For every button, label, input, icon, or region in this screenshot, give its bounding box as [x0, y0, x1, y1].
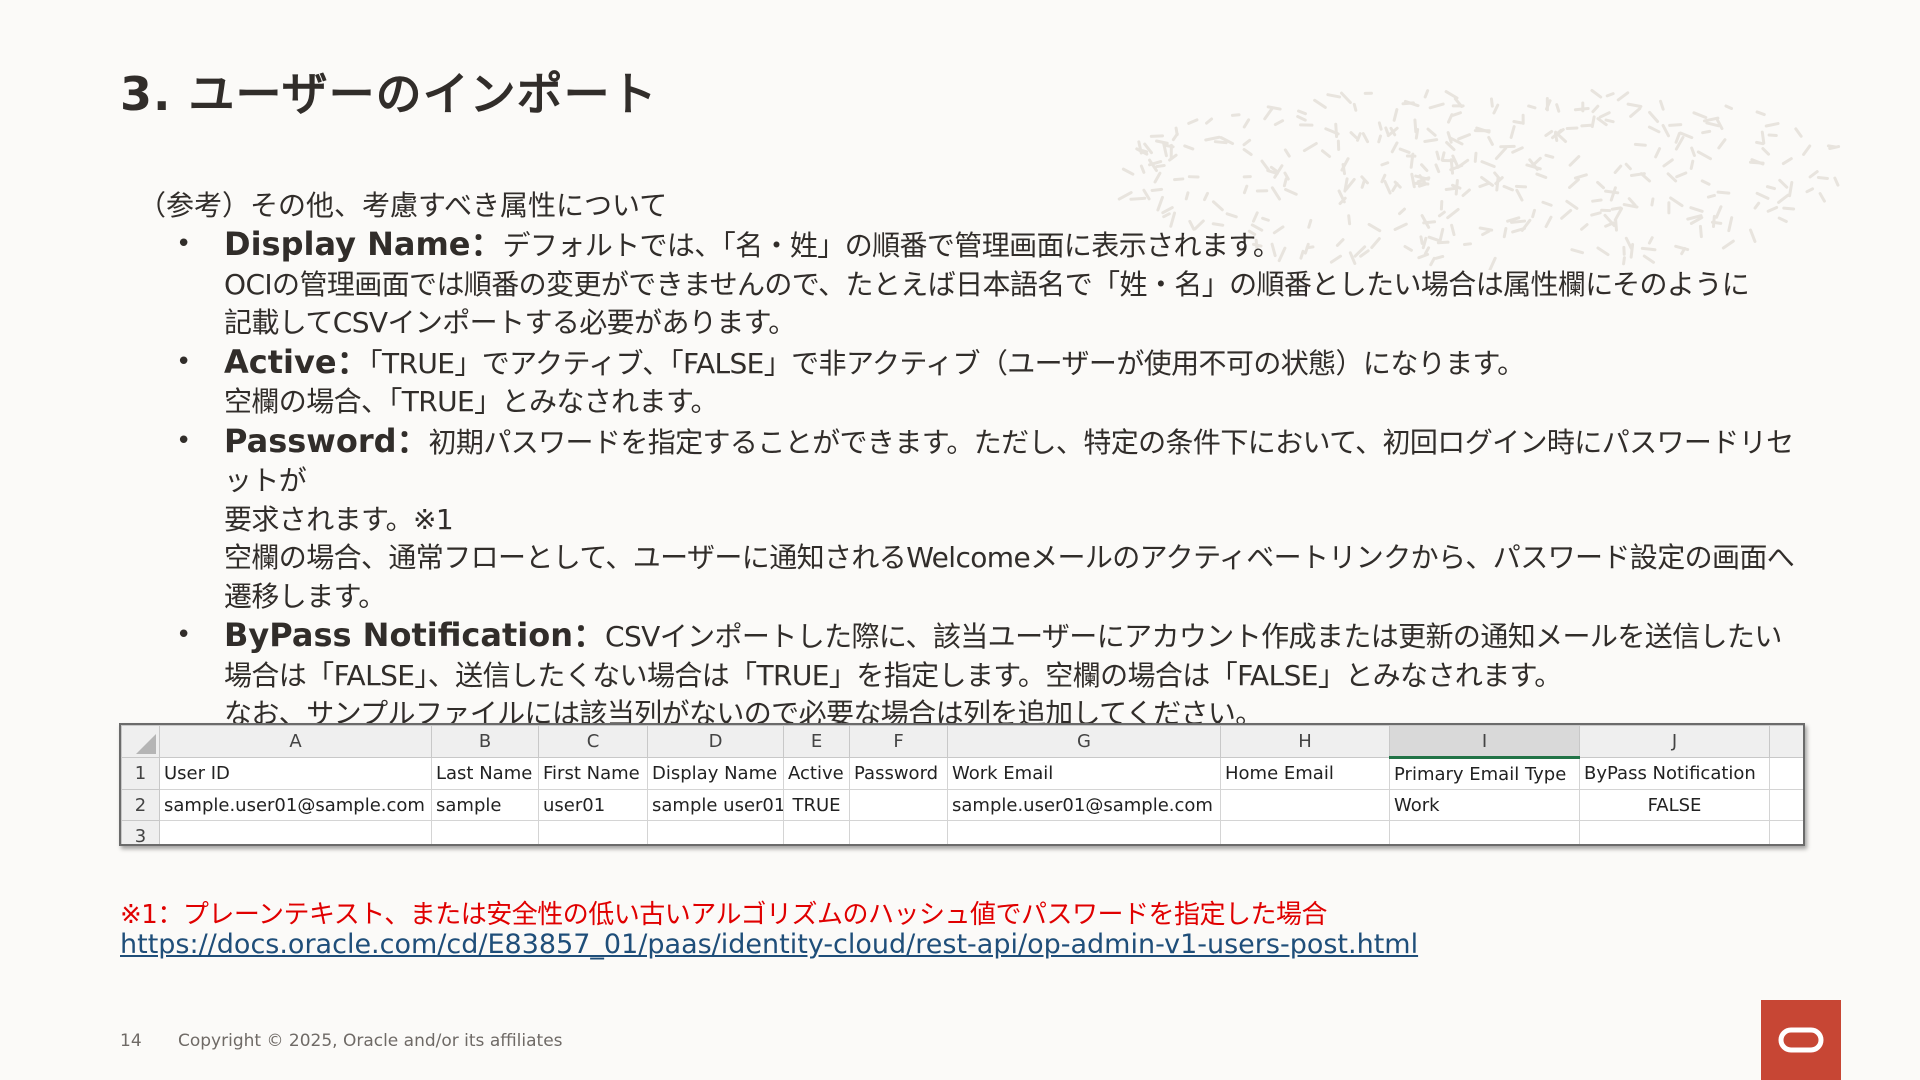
cell[interactable] [1769, 789, 1803, 821]
cell[interactable]: TRUE [783, 789, 850, 821]
cell[interactable]: Display Name [647, 757, 784, 790]
cell[interactable] [159, 820, 432, 844]
footnote-text: ※1：プレーンテキスト、または安全性の低い古いアルゴリズムのハッシュ値でパスワー… [120, 900, 1327, 930]
cell[interactable]: User ID [159, 757, 432, 790]
attribute-text: 「TRUE」でアクティブ、「FALSE」で非アクティブ（ユーザーが使用不可の状態… [368, 346, 1526, 380]
cell[interactable]: sample.user01@sample.com [159, 789, 432, 821]
attribute-term: Active [224, 342, 337, 381]
attribute-term: ByPass Notification [224, 616, 574, 654]
column-header-selected[interactable]: I [1389, 725, 1580, 759]
column-header[interactable]: A [159, 725, 432, 758]
attribute-item-display-name: • Display Name：デフォルトでは、「名・姓」の順番で管理画面に表示さ… [138, 225, 1818, 343]
attribute-item-active: • Active：「TRUE」でアクティブ、「FALSE」で非アクティブ（ユーザ… [138, 343, 1818, 422]
cell[interactable]: sample user01 [647, 789, 784, 821]
copyright-text: Copyright © 2025, Oracle and/or its affi… [178, 1031, 563, 1051]
cell[interactable] [538, 820, 648, 844]
cell[interactable] [947, 820, 1221, 844]
cell[interactable]: ByPass Notification [1579, 757, 1770, 790]
column-header[interactable]: H [1220, 725, 1390, 758]
spreadsheet-table: A B C D E F G H I J 1 User ID Last Name … [121, 725, 1803, 844]
cell[interactable]: Home Email [1220, 757, 1390, 790]
page-number: 14 [120, 1031, 142, 1051]
cell[interactable]: Primary Email Type [1389, 757, 1580, 790]
cell[interactable]: Work Email [947, 757, 1221, 790]
attribute-text: CSVインポートした際に、該当ユーザーにアカウント作成または更新の通知メールを送… [605, 620, 1782, 653]
column-header[interactable]: C [538, 725, 648, 758]
row-header[interactable]: 1 [121, 757, 160, 790]
attribute-item-password: • Password：初期パスワードを指定することができます。ただし、特定の条件… [138, 422, 1818, 617]
cell[interactable]: FALSE [1579, 789, 1770, 821]
cell[interactable]: sample [431, 789, 539, 821]
select-all-corner[interactable] [121, 725, 160, 758]
attribute-text: 遷移します。 [224, 579, 386, 613]
attribute-term: Password [224, 421, 397, 460]
page-title: 3. ユーザーのインポート [120, 67, 658, 121]
attribute-text: OCIの管理画面では順番の変更ができませんので、たとえば日本語名で「姓・名」の順… [224, 267, 1750, 301]
oracle-logo [1761, 1000, 1841, 1080]
column-header[interactable]: D [647, 725, 784, 758]
content-body: （参考）その他、考慮すべき属性について • Display Name：デフォルト… [138, 186, 1818, 734]
attribute-text: 記載してCSVインポートする必要があります。 [224, 306, 796, 339]
attribute-text: 場合は「FALSE」、送信したくない場合は「TRUE」を指定します。空欄の場合は… [224, 658, 1562, 692]
reference-link[interactable]: https://docs.oracle.com/cd/E83857_01/paa… [120, 929, 1418, 960]
bullet-icon: • [176, 425, 191, 456]
bullet-icon: • [176, 346, 191, 377]
attribute-term: Display Name [224, 225, 471, 263]
cell[interactable] [1220, 789, 1390, 821]
table-row: 2 sample.user01@sample.com sample user01… [121, 789, 1803, 821]
cell[interactable]: sample.user01@sample.com [947, 789, 1221, 821]
cell[interactable]: First Name [538, 757, 648, 790]
cell[interactable]: user01 [538, 789, 648, 821]
bullet-icon: • [176, 229, 191, 259]
column-header-empty[interactable] [1769, 725, 1803, 758]
row-header[interactable]: 2 [121, 789, 160, 821]
bullet-icon: • [176, 620, 191, 650]
cell[interactable] [849, 789, 948, 821]
cell[interactable] [1769, 757, 1803, 790]
cell[interactable]: Active [783, 757, 850, 790]
attribute-text: 初期パスワードを指定することができます。ただし、特定の条件下において、初回ログイ… [224, 425, 1794, 498]
cell[interactable]: Work [1389, 789, 1580, 821]
cell[interactable] [1220, 820, 1390, 844]
cell[interactable] [1579, 820, 1770, 844]
cell[interactable] [849, 820, 948, 844]
cell[interactable] [783, 820, 850, 844]
oracle-logo-icon [1778, 1027, 1824, 1053]
attribute-text: 空欄の場合、通常フローとして、ユーザーに通知されるWelcomeメールのアクティ… [224, 541, 1795, 574]
attribute-text: デフォルトでは、「名・姓」の順番で管理画面に表示されます。 [502, 229, 1281, 262]
cell[interactable] [431, 820, 539, 844]
cell[interactable] [1389, 820, 1580, 844]
attribute-list: • Display Name：デフォルトでは、「名・姓」の順番で管理画面に表示さ… [138, 225, 1818, 734]
table-row: 1 User ID Last Name First Name Display N… [121, 757, 1803, 790]
spreadsheet-screenshot: A B C D E F G H I J 1 User ID Last Name … [119, 723, 1805, 846]
row-header[interactable]: 3 [121, 820, 160, 844]
column-header[interactable]: J [1579, 725, 1770, 758]
attribute-text: 空欄の場合、「TRUE」とみなされます。 [224, 385, 719, 418]
column-header[interactable]: G [947, 725, 1221, 758]
attribute-item-bypass-notification: • ByPass Notification：CSVインポートした際に、該当ユーザ… [138, 616, 1818, 734]
table-row: 3 [121, 820, 1803, 844]
column-header[interactable]: F [849, 725, 948, 758]
cell[interactable] [647, 820, 784, 844]
cell[interactable]: Last Name [431, 757, 539, 790]
attribute-text: 要求されます。※1 [224, 502, 454, 536]
column-header[interactable]: E [783, 725, 850, 758]
intro-text: （参考）その他、考慮すべき属性について [138, 189, 668, 222]
column-header[interactable]: B [431, 725, 539, 758]
cell[interactable] [1769, 820, 1803, 844]
cell[interactable]: Password [849, 757, 948, 790]
column-header-row: A B C D E F G H I J [121, 725, 1803, 759]
